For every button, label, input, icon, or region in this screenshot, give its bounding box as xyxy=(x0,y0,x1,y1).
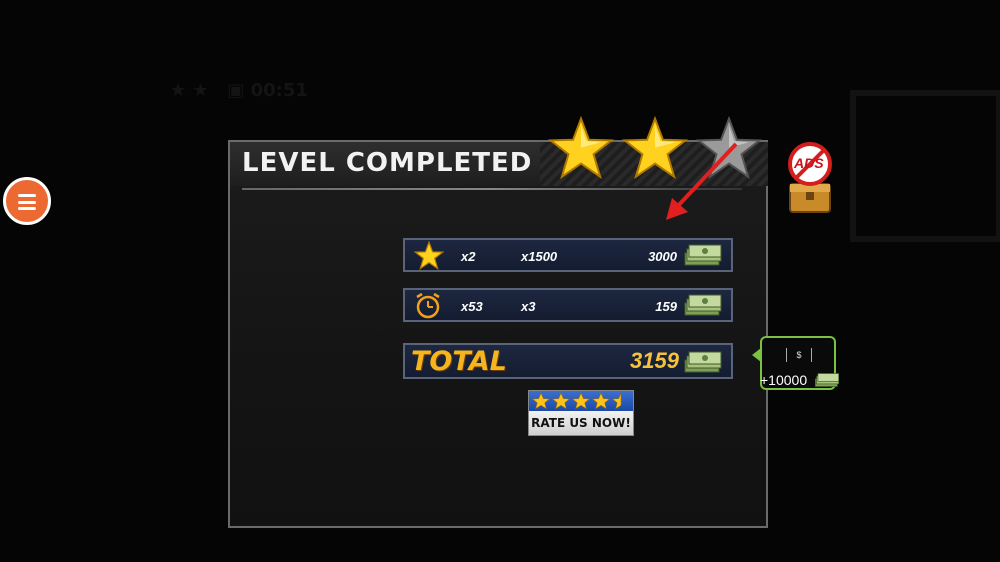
row-amount: 3000 xyxy=(648,249,677,264)
star-icon xyxy=(413,241,445,271)
cash-icon xyxy=(814,373,840,387)
total-row: TOTAL 3159 xyxy=(403,343,733,379)
background-scene-right xyxy=(850,90,1000,242)
ads-chest-icon xyxy=(788,142,832,213)
cash-icon xyxy=(684,244,722,266)
panel-header: LEVEL COMPLETED xyxy=(230,142,540,186)
star-bonus-row: x2 x1500 3000 xyxy=(403,238,733,272)
panel-title: LEVEL COMPLETED xyxy=(242,148,533,178)
cash-icon xyxy=(684,351,722,373)
background-scene: ★ ★ ▣ 00:51 xyxy=(170,80,308,101)
star-earned-icon xyxy=(548,116,614,180)
arrow-icon xyxy=(666,142,738,220)
row-count: x53 xyxy=(461,299,483,314)
clock-icon xyxy=(416,292,440,319)
ads-label: ADS xyxy=(794,155,824,171)
row-amount: 159 xyxy=(655,299,677,314)
rate-us-label: RATE US NOW! xyxy=(529,411,633,435)
rate-us-button[interactable]: RATE US NOW! xyxy=(528,390,634,436)
reward-amount: +10000 xyxy=(760,372,808,388)
cash-icon xyxy=(684,294,722,316)
remove-ads-button[interactable]: ADS xyxy=(780,138,840,218)
rating-stars-icon xyxy=(531,392,622,410)
time-bonus-row: x53 x3 159 xyxy=(403,288,733,322)
reward-icon: $ xyxy=(786,348,812,362)
row-multiplier: x3 xyxy=(521,299,536,314)
row-multiplier: x1500 xyxy=(521,249,558,264)
video-reward-button[interactable]: $ +10000 xyxy=(760,336,840,390)
row-count: x2 xyxy=(461,249,476,264)
total-label: TOTAL xyxy=(411,346,507,377)
menu-button[interactable] xyxy=(3,177,51,225)
total-value: 3159 xyxy=(630,348,679,373)
rate-stars xyxy=(529,391,633,411)
